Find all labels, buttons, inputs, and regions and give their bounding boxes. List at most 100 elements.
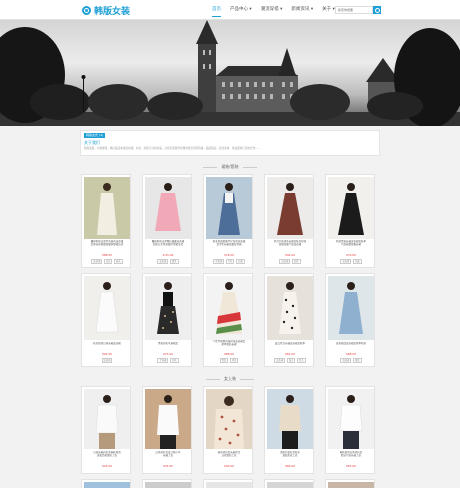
section-title-tops: 女上装 — [80, 376, 380, 382]
product-desc: 长袖上衣 — [162, 454, 173, 458]
product-tag[interactable]: 长裙 — [236, 259, 245, 265]
product-card[interactable] — [325, 479, 375, 488]
product-image — [328, 389, 374, 449]
product-card[interactable]: 复古红色印花长裙女秋冬新款 高腰显瘦气质连衣裙 ¥44.00 连衣裙 印花 — [264, 174, 314, 268]
product-tag[interactable]: 长袖 — [352, 259, 362, 265]
product-image — [267, 482, 313, 488]
product-desc: 秋冬新款白色长袖连衣裙 — [93, 342, 121, 345]
product-card[interactable]: 蓝色格纹连衣裙女夏季新款 ¥68.00 连衣裙 格纹 — [325, 273, 375, 367]
product-card[interactable] — [264, 479, 314, 488]
product-tag[interactable]: 半身裙 — [157, 358, 169, 364]
site-logo[interactable]: 韩版女装 — [82, 4, 130, 17]
product-desc: 职业气质长袖上衣 — [340, 454, 361, 458]
product-price: ¥42.00 — [224, 464, 234, 468]
product-price: ¥69.00 — [285, 464, 295, 468]
product-card[interactable] — [81, 479, 131, 488]
product-desc: 女夏长款收腰显瘦茶歇裙法式 — [90, 243, 124, 247]
product-price: ¥70.00 — [346, 253, 356, 257]
product-card[interactable]: 白色衬衫女设计感小众 长袖上衣 ¥33.00 — [142, 386, 192, 474]
product-tag[interactable]: 连衣裙 — [157, 259, 169, 265]
product-image — [267, 389, 313, 449]
product-desc: 法式雪纺上衣 — [221, 454, 237, 458]
product-image — [145, 389, 191, 449]
product-price: ¥81.00 — [285, 352, 295, 356]
product-image — [267, 177, 313, 239]
product-card[interactable]: 新款黑色长袖连衣裙女秋季 气质收腰显瘦长裙 ¥70.00 连衣裙 长袖 — [325, 174, 375, 268]
product-image — [84, 177, 130, 239]
product-tag[interactable]: 甜美 — [169, 259, 179, 265]
product-desc: 夏季雪纺长裙 — [221, 343, 237, 347]
product-card[interactable]: 个性不规则拼接印花连衣裙女 夏季雪纺长裙 ¥68.00 雪纺 印花 — [203, 273, 253, 367]
product-tag[interactable]: 法式 — [103, 259, 113, 265]
product-image — [328, 177, 374, 239]
product-desc: 高腰显瘦气质连衣裙 — [278, 243, 302, 247]
product-desc: 宽松百搭雪纺上衣 — [96, 454, 117, 458]
product-desc: 宽松毛衣上衣 — [282, 454, 298, 458]
product-tag[interactable]: 连衣裙 — [91, 259, 103, 265]
product-card[interactable]: 波点复古长袖连衣裙女秋季 ¥81.00 连衣裙 波点 复古 — [264, 273, 314, 367]
product-image — [84, 482, 130, 488]
search-button[interactable] — [373, 6, 381, 14]
product-tag[interactable]: 连衣裙 — [340, 259, 352, 265]
product-tag[interactable]: 背带裙 — [213, 259, 225, 265]
product-image — [206, 389, 252, 449]
product-desc: 波点复古长袖连衣裙女秋季 — [274, 342, 305, 345]
product-card[interactable]: 白色长袖衬衫女春秋新款 宽松百搭雪纺上衣 ¥24.00 — [81, 386, 131, 474]
product-price: ¥63.00 — [346, 464, 356, 468]
product-tag[interactable]: 连衣裙 — [340, 358, 352, 364]
nav-item-home[interactable]: 首页 — [212, 0, 221, 20]
product-price: ¥-25.00 — [162, 253, 174, 257]
nav-item-news[interactable]: 新闻资讯 ▾ — [291, 0, 313, 20]
product-tag[interactable]: 印花 — [169, 358, 179, 364]
product-tag[interactable]: 印花 — [229, 358, 239, 364]
product-price: ¥68.00 — [346, 352, 356, 356]
product-image — [206, 276, 252, 340]
product-card[interactable]: 碎花衬衫女长袖复古 法式雪纺上衣 ¥42.00 — [203, 386, 253, 474]
product-image — [145, 482, 191, 488]
product-card[interactable]: 秋冬新款白色长袖连衣裙 ¥91.00 连衣裙 — [81, 273, 131, 367]
hero-banner — [0, 20, 460, 126]
product-desc: 气质收腰显瘦长裙 — [340, 243, 361, 247]
search-box — [335, 6, 381, 14]
product-image — [328, 482, 374, 488]
product-image — [328, 276, 374, 340]
product-card[interactable] — [203, 479, 253, 488]
search-input[interactable] — [335, 6, 373, 14]
product-image — [145, 177, 191, 239]
product-tag[interactable]: 印花 — [291, 259, 301, 265]
product-price: ¥33.00 — [163, 464, 173, 468]
nav-item-about[interactable]: 关于 ▾ — [322, 0, 335, 20]
product-tag[interactable]: 连衣裙 — [279, 259, 291, 265]
product-card[interactable]: 浅色针织衫女秋冬 宽松毛衣上衣 ¥69.00 — [264, 386, 314, 474]
logo-icon — [82, 6, 91, 15]
product-price: ¥73.00 — [163, 352, 173, 356]
product-card[interactable]: 春秋新款白色衬衫女 职业气质长袖上衣 ¥63.00 — [325, 386, 375, 474]
product-tag[interactable]: 格纹 — [352, 358, 362, 364]
product-desc: 女学生长裙显瘦背带裙 — [216, 243, 242, 247]
product-image — [84, 276, 130, 340]
product-card[interactable]: 重磅新款法式网纱蓬蓬连衣裙 甜美公主风显瘦吊带裙法式 ¥-25.00 连衣裙 甜美 — [142, 174, 192, 268]
product-desc: 黑色印花半身裙女 — [157, 342, 178, 345]
product-card[interactable]: 重磅新款法式复古碎花连衣裙 女夏长款收腰显瘦茶歇裙法式 ¥88.00 连衣裙 法式碎… — [81, 174, 131, 268]
about-tag[interactable]: 韩版女式 (4) — [84, 133, 106, 138]
product-image — [145, 276, 191, 340]
product-tag[interactable]: 连衣裙 — [274, 358, 286, 364]
about-panel: 韩版女式 (4) 关于我们 韩版女装，时尚潮流，精心甄选各类连衣裙、衬衫、外套与… — [80, 130, 380, 156]
product-tag[interactable]: 连衣裙 — [101, 358, 113, 364]
site-header: 韩版女装 首页 产品中心 ▾ 潮流穿搭 ▾ 新闻资讯 ▾ 关于 ▾ — [0, 0, 460, 20]
product-price: ¥44.00 — [285, 253, 295, 257]
product-card[interactable]: 黑色印花半身裙女 ¥73.00 半身裙 印花 — [142, 273, 192, 367]
nav-item-products[interactable]: 产品中心 ▾ — [230, 0, 252, 20]
product-tag[interactable]: 波点 — [286, 358, 296, 364]
product-card[interactable]: 秋冬新款韩版牛仔背带连衣裙 女学生长裙显瘦背带裙 ¥76.00 背带裙 牛仔 长裙 — [203, 174, 253, 268]
product-tag[interactable]: 牛仔 — [225, 259, 235, 265]
logo-text: 韩版女装 — [94, 7, 131, 17]
product-tag[interactable]: 复古 — [297, 358, 306, 364]
nav-item-trends[interactable]: 潮流穿搭 ▾ — [261, 0, 283, 20]
product-image — [267, 276, 313, 340]
product-image — [84, 389, 130, 449]
product-tag[interactable]: 碎花 — [114, 259, 123, 265]
product-card[interactable] — [142, 479, 192, 488]
product-desc: 甜美公主风显瘦吊带裙法式 — [152, 243, 183, 247]
product-tag[interactable]: 雪纺 — [219, 358, 229, 364]
